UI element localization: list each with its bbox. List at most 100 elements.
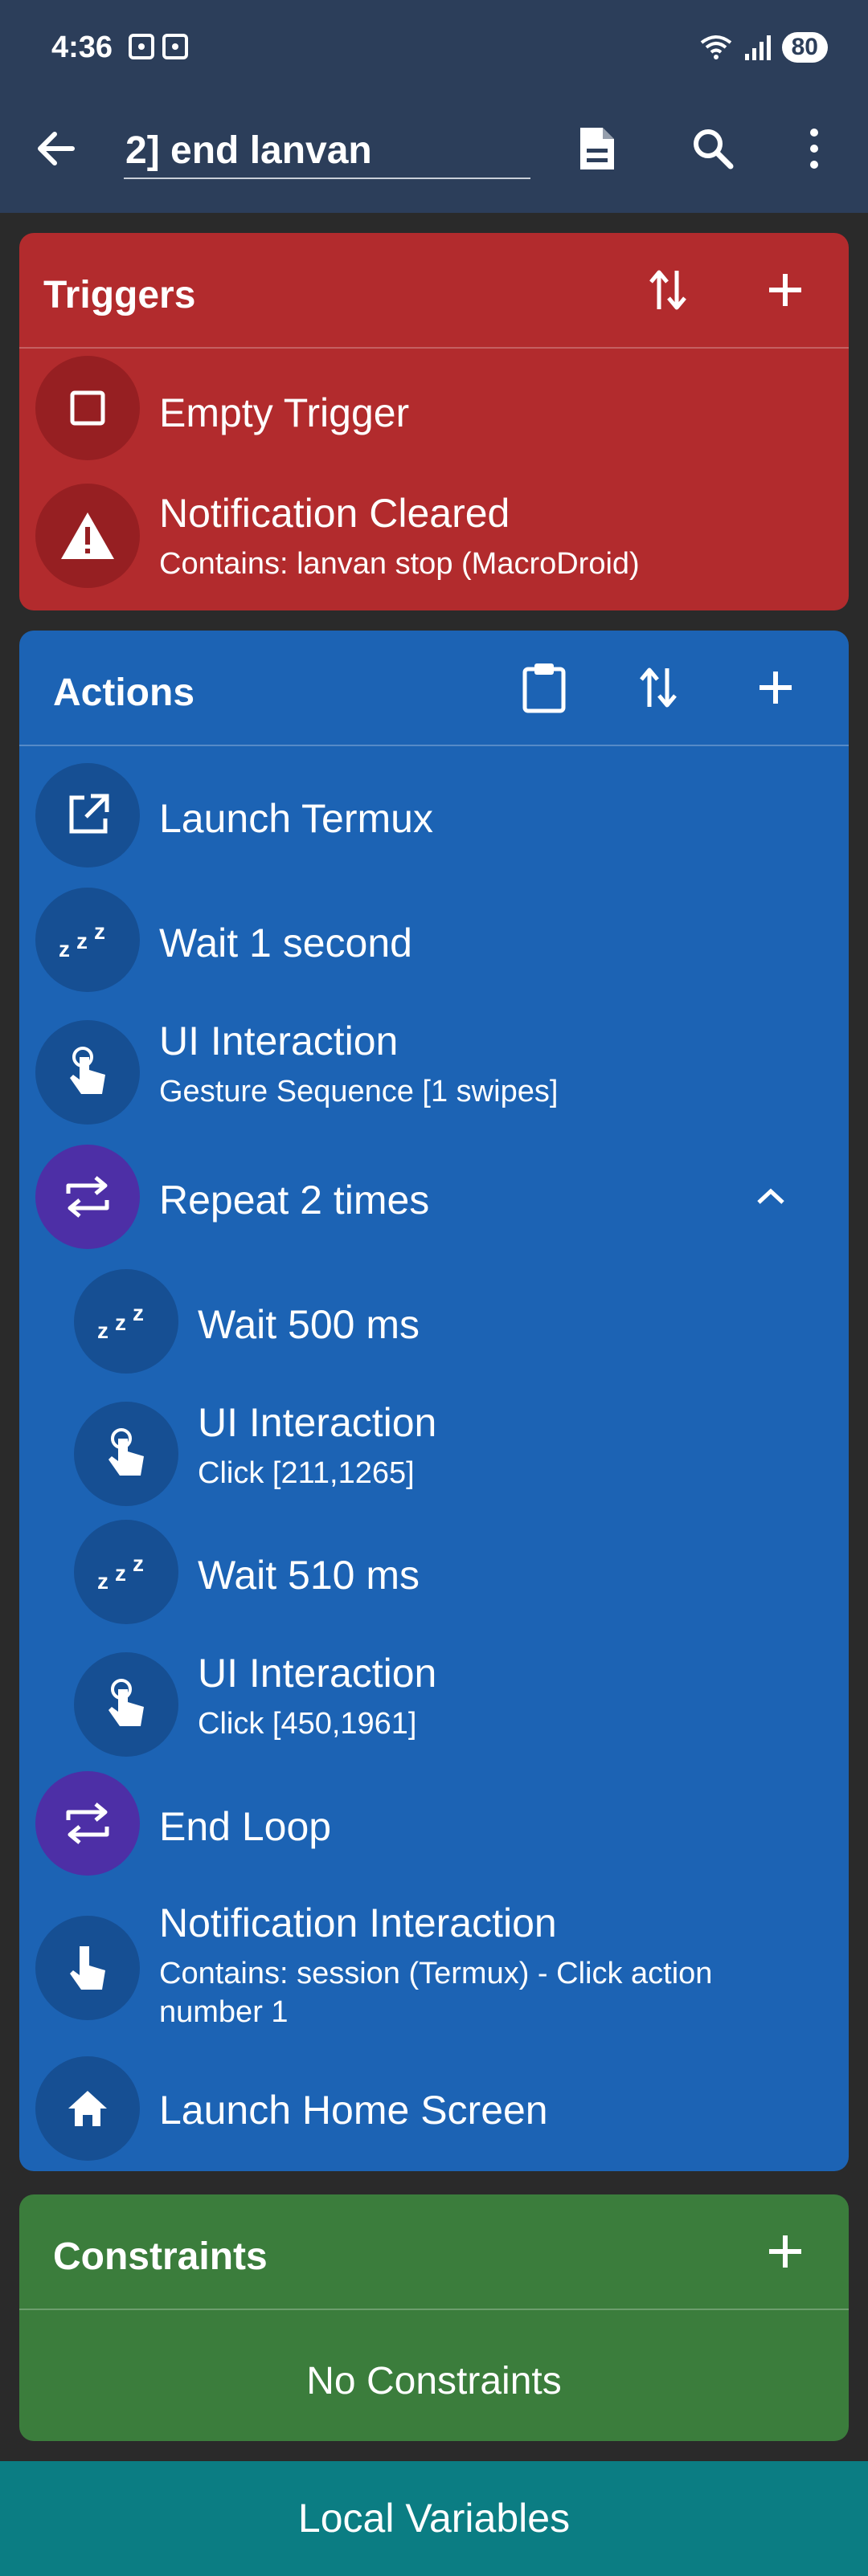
svg-text:z: z (133, 1552, 144, 1576)
action-title: Wait 1 second (159, 921, 412, 965)
plus-icon (760, 672, 792, 704)
screen-capture-icon (162, 34, 188, 59)
triggers-header: Triggers (19, 233, 849, 349)
action-subtitle: Contains: session (Termux) - Click actio… (159, 1957, 713, 2029)
swap-vert-icon (649, 270, 686, 310)
action-icon-circle (35, 1020, 140, 1125)
repeat-icon (66, 1802, 109, 1844)
collapse-loop-button[interactable] (751, 1177, 791, 1217)
sleep-icon: zzz (59, 920, 105, 960)
action-title: Wait 500 ms (198, 1302, 420, 1347)
trigger-title: Notification Cleared (159, 491, 510, 536)
add-trigger-button[interactable] (757, 262, 813, 318)
action-title: UI Interaction (159, 1019, 399, 1063)
action-item[interactable]: Launch Home Screen (19, 2056, 849, 2165)
home-icon (68, 2091, 107, 2126)
trigger-title: Empty Trigger (159, 390, 410, 435)
add-action-button[interactable] (747, 659, 804, 716)
constraints-card: Constraints No Constraints (19, 2194, 849, 2441)
svg-text:z: z (94, 920, 105, 944)
battery-indicator: 80 (781, 32, 828, 63)
swap-vert-icon (640, 667, 677, 708)
search-button[interactable] (685, 120, 741, 177)
paste-action-button[interactable] (516, 659, 572, 716)
clipboard-icon (522, 663, 566, 713)
action-title: Launch Home Screen (159, 2088, 548, 2133)
action-title: Wait 510 ms (198, 1553, 420, 1598)
chevron-up-icon (757, 1188, 784, 1204)
action-icon-circle: zzz (35, 888, 140, 992)
action-icon-circle (35, 2056, 140, 2161)
action-item[interactable]: zzz Wait 500 ms (19, 1269, 849, 1386)
action-icon-circle (35, 1916, 140, 2020)
svg-text:z: z (115, 1310, 126, 1335)
constraints-header: Constraints (19, 2194, 849, 2310)
repeat-icon (66, 1176, 109, 1218)
svg-text:z: z (115, 1561, 126, 1586)
action-item[interactable]: UI Interaction Gesture Sequence [1 swipe… (19, 1008, 849, 1137)
action-item[interactable]: UI Interaction Click [450,1961] (19, 1640, 849, 1769)
sleep-icon: zzz (97, 1301, 144, 1341)
action-icon-circle (74, 1652, 178, 1757)
trigger-subtitle: Contains: lanvan stop (MacroDroid) (159, 547, 640, 581)
svg-text:z: z (97, 1318, 108, 1341)
action-item[interactable]: zzz Wait 1 second (19, 888, 849, 1004)
action-title: End Loop (159, 1804, 332, 1849)
actions-title: Actions (53, 672, 195, 714)
action-item[interactable]: UI Interaction Click [211,1265] (19, 1390, 849, 1518)
actions-header: Actions (19, 631, 849, 746)
action-icon-circle (35, 1145, 140, 1249)
plus-icon (769, 274, 801, 306)
top-bar: 4:36 80 2] end lanvan (0, 0, 868, 213)
triggers-title: Triggers (43, 274, 196, 316)
action-icon-circle (74, 1402, 178, 1506)
macro-name-input[interactable]: 2] end lanvan (124, 123, 530, 179)
signal-icon (744, 35, 771, 60)
action-title: Launch Termux (159, 796, 433, 841)
trigger-icon-circle (35, 356, 140, 460)
svg-text:z: z (133, 1301, 144, 1325)
action-item[interactable]: Launch Termux (19, 763, 849, 880)
trigger-icon-circle (35, 484, 140, 588)
back-button[interactable] (32, 125, 80, 173)
action-item[interactable]: Repeat 2 times (19, 1145, 849, 1257)
triggers-card: Triggers Empty Trigger Notification Clea… (19, 233, 849, 610)
trigger-item[interactable]: Notification Cleared Contains: lanvan st… (19, 474, 849, 602)
action-icon-circle (35, 1771, 140, 1876)
action-icon-circle: zzz (74, 1520, 178, 1624)
action-item[interactable]: Notification Interaction Contains: sessi… (19, 1896, 849, 2048)
actions-card: Actions Launch Termux zzz Wait 1 second … (19, 631, 849, 2171)
svg-text:z: z (59, 937, 70, 960)
action-title: UI Interaction (198, 1651, 437, 1696)
back-arrow-icon (38, 132, 75, 165)
action-subtitle: Click [450,1961] (198, 1707, 417, 1741)
action-item[interactable]: End Loop (19, 1771, 849, 1888)
action-title: Repeat 2 times (159, 1178, 430, 1223)
description-button[interactable] (569, 120, 625, 177)
triggers-reorder-button[interactable] (640, 262, 696, 318)
trigger-item[interactable]: Empty Trigger (19, 348, 849, 468)
actions-reorder-button[interactable] (630, 659, 686, 716)
touch-icon (70, 1047, 105, 1094)
overflow-menu-button[interactable] (786, 120, 842, 177)
svg-text:z: z (97, 1569, 108, 1592)
svg-text:z: z (76, 929, 88, 953)
app-bar: 2] end lanvan (0, 100, 868, 213)
warning-icon (61, 512, 114, 559)
action-title: UI Interaction (198, 1400, 437, 1445)
launch-icon (69, 794, 109, 834)
more-vert-icon (810, 129, 818, 169)
wifi-icon (700, 35, 731, 59)
touch-icon (108, 1428, 144, 1476)
action-subtitle: Gesture Sequence [1 swipes] (159, 1075, 559, 1108)
touch-icon (70, 1946, 105, 1990)
plus-icon (769, 2235, 801, 2268)
action-icon-circle: zzz (74, 1269, 178, 1374)
action-item[interactable]: zzz Wait 510 ms (19, 1520, 849, 1636)
action-icon-circle (35, 763, 140, 868)
status-bar: 4:36 80 (0, 0, 868, 100)
local-variables-button[interactable]: Local Variables (0, 2461, 868, 2576)
no-constraints-text: No Constraints (306, 2360, 562, 2402)
action-title: Notification Interaction (159, 1900, 557, 1945)
add-constraint-button[interactable] (757, 2223, 813, 2280)
